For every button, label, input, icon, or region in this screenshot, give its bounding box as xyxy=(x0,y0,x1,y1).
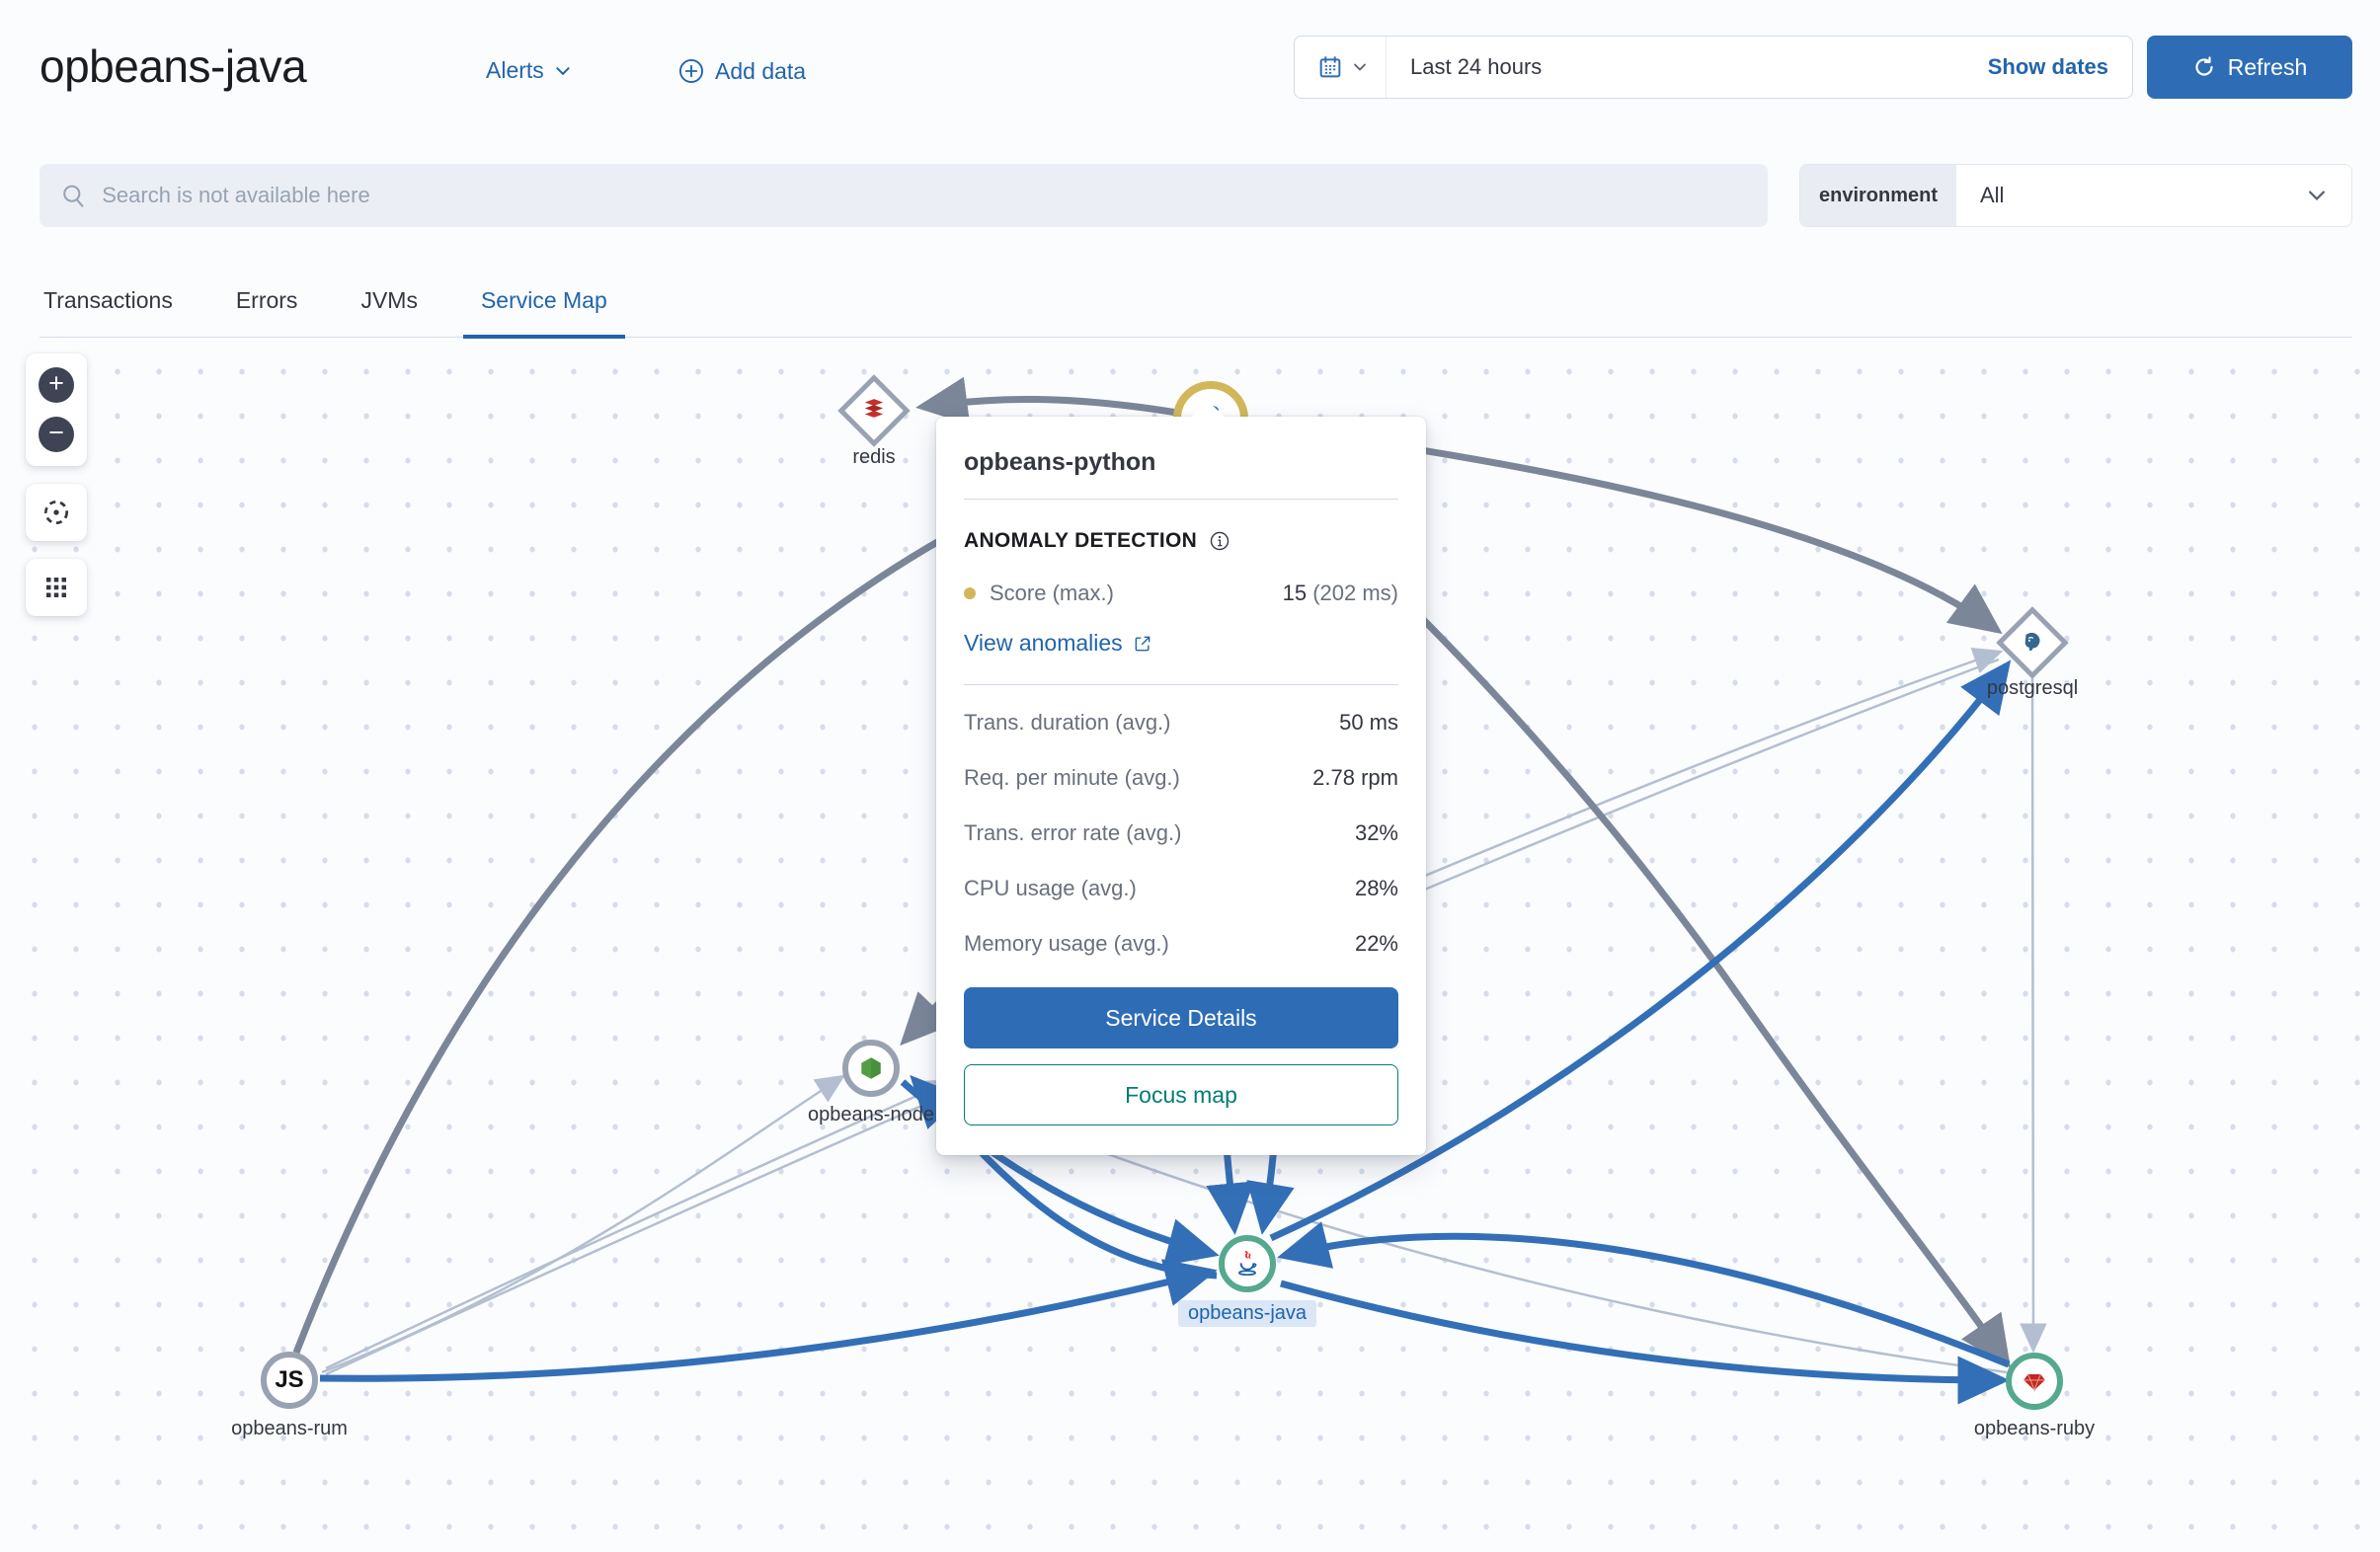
view-anomalies-label: View anomalies xyxy=(964,630,1123,657)
metric-label: Trans. error rate (avg.) xyxy=(964,820,1181,846)
environment-filter-label: environment xyxy=(1800,165,1956,226)
environment-select[interactable]: All xyxy=(1956,165,2351,226)
info-icon[interactable] xyxy=(1209,530,1230,552)
view-anomalies-link[interactable]: View anomalies xyxy=(964,630,1152,657)
refresh-label: Refresh xyxy=(2228,54,2308,81)
refresh-icon xyxy=(2192,55,2216,79)
java-icon xyxy=(1232,1249,1262,1279)
node-label-postgresql: postgresql xyxy=(1987,677,2078,700)
severity-dot-icon xyxy=(964,587,976,599)
tab-errors[interactable]: Errors xyxy=(232,265,302,337)
focus-map-button[interactable]: Focus map xyxy=(964,1064,1398,1125)
zoom-in-button[interactable]: + xyxy=(39,367,74,403)
service-map-node-opbeans-node[interactable] xyxy=(842,1040,900,1097)
node-label-opbeans-node: opbeans-node xyxy=(808,1104,934,1126)
service-map-node-opbeans-ruby[interactable] xyxy=(2006,1353,2063,1410)
alerts-menu-button[interactable]: Alerts xyxy=(486,57,572,84)
service-details-button[interactable]: Service Details xyxy=(964,987,1398,1048)
service-map-node-redis[interactable] xyxy=(837,374,911,447)
postgresql-icon xyxy=(2019,629,2046,657)
search-bar xyxy=(40,164,1768,227)
metric-label: Req. per minute (avg.) xyxy=(964,765,1180,791)
node-label-opbeans-ruby: opbeans-ruby xyxy=(1974,1418,2095,1440)
node-label-opbeans-rum: opbeans-rum xyxy=(231,1418,348,1440)
metric-row: Memory usage (avg.) 22% xyxy=(964,916,1398,971)
tab-jvms[interactable]: JVMs xyxy=(357,265,422,337)
metric-row: CPU usage (avg.) 28% xyxy=(964,861,1398,916)
metric-value: 2.78 rpm xyxy=(1312,765,1398,791)
score-value: 15 xyxy=(1283,581,1307,605)
search-input[interactable] xyxy=(102,183,1748,208)
score-duration: (202 ms) xyxy=(1307,581,1398,605)
add-data-label: Add data xyxy=(715,58,806,85)
center-map-control[interactable] xyxy=(26,484,87,541)
grid-dots-icon xyxy=(41,573,71,602)
page-title: opbeans-java xyxy=(40,39,306,93)
add-data-button[interactable]: Add data xyxy=(677,57,806,85)
anomaly-section-title: ANOMALY DETECTION xyxy=(964,529,1197,553)
metric-value: 50 ms xyxy=(1339,710,1398,736)
external-link-icon xyxy=(1133,634,1152,654)
quick-select-button[interactable] xyxy=(1295,37,1387,98)
score-label: Score (max.) xyxy=(990,581,1114,606)
service-map-node-opbeans-rum[interactable]: JS xyxy=(261,1352,318,1409)
redis-icon xyxy=(860,397,888,425)
time-range-value[interactable]: Last 24 hours xyxy=(1387,54,1542,80)
nodejs-icon xyxy=(857,1054,885,1082)
metric-row: Trans. duration (avg.) 50 ms xyxy=(964,695,1398,750)
popup-title: opbeans-python xyxy=(964,417,1398,500)
layout-control[interactable] xyxy=(26,559,87,616)
environment-selected-value: All xyxy=(1980,183,2004,208)
metric-row: Req. per minute (avg.) 2.78 rpm xyxy=(964,750,1398,806)
metric-label: Trans. duration (avg.) xyxy=(964,710,1171,736)
refresh-button[interactable]: Refresh xyxy=(2147,36,2352,99)
ruby-icon xyxy=(2021,1367,2048,1395)
chevron-down-icon xyxy=(554,62,572,80)
show-dates-button[interactable]: Show dates xyxy=(1988,54,2132,80)
environment-filter: environment All xyxy=(1799,164,2352,227)
metric-value: 22% xyxy=(1355,931,1398,957)
tab-service-map[interactable]: Service Map xyxy=(477,265,611,337)
metric-label: Memory usage (avg.) xyxy=(964,931,1169,957)
calendar-icon xyxy=(1316,53,1344,81)
alerts-label: Alerts xyxy=(486,57,544,84)
zoom-out-button[interactable]: − xyxy=(39,417,74,452)
service-tabs: Transactions Errors JVMs Service Map xyxy=(40,265,2352,338)
service-popup-opbeans-python: opbeans-python ANOMALY DETECTION Score (… xyxy=(936,417,1426,1155)
node-label-redis: redis xyxy=(852,446,895,469)
javascript-icon: JS xyxy=(275,1366,303,1394)
crosshair-icon xyxy=(40,497,72,528)
service-map-node-postgresql[interactable] xyxy=(1996,606,2069,679)
zoom-controls: + − xyxy=(26,353,87,466)
chevron-down-icon xyxy=(2306,185,2328,206)
metric-value: 28% xyxy=(1355,876,1398,901)
search-icon xyxy=(59,181,88,210)
service-map-node-opbeans-java[interactable] xyxy=(1219,1235,1276,1292)
metric-row: Trans. error rate (avg.) 32% xyxy=(964,806,1398,861)
chevron-down-icon xyxy=(1352,59,1368,75)
metric-label: CPU usage (avg.) xyxy=(964,876,1137,901)
time-range-picker: Last 24 hours Show dates xyxy=(1294,36,2133,99)
node-label-opbeans-java[interactable]: opbeans-java xyxy=(1178,1300,1316,1327)
plus-circle-icon xyxy=(677,57,705,85)
metric-value: 32% xyxy=(1355,820,1398,846)
anomaly-score-row: Score (max.) 15 (202 ms) xyxy=(964,581,1398,606)
tab-transactions[interactable]: Transactions xyxy=(40,265,177,337)
